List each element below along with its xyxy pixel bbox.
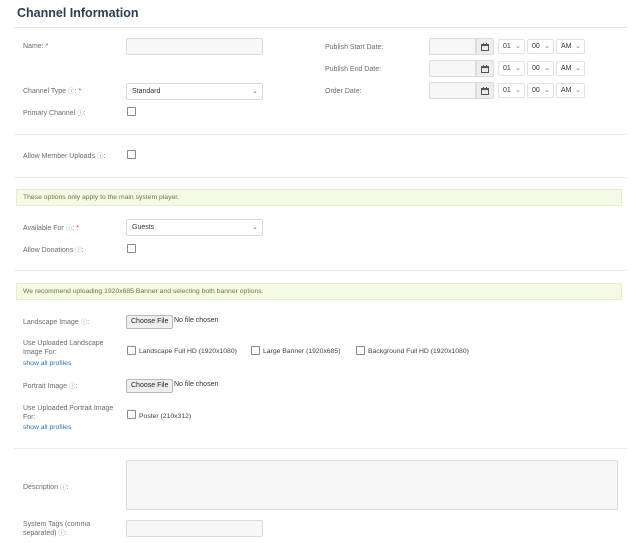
available-for-select[interactable]: Guests ⌄: [126, 219, 263, 236]
description-textarea[interactable]: [126, 460, 618, 510]
publish-end-calendar-button[interactable]: [476, 60, 494, 77]
publish-end-hour-select[interactable]: 01 ⌄: [498, 61, 525, 76]
allow-member-uploads-checkbox[interactable]: [127, 150, 136, 159]
order-date-input[interactable]: [429, 82, 476, 99]
order-date-hour-select[interactable]: 01 ⌄: [498, 83, 525, 98]
portrait-image-label: Portrait Image ⓘ:: [23, 383, 78, 390]
publish-start-hour-select[interactable]: 01 ⌄: [498, 39, 525, 54]
landscape-full-hd-checkbox[interactable]: [127, 346, 136, 355]
channel-type-select[interactable]: Standard ⌄: [126, 83, 263, 100]
chevron-down-icon: ⌄: [544, 87, 550, 94]
system-tags-label: System Tags (comma separated) ⓘ:: [23, 521, 91, 537]
landscape-choose-file-button[interactable]: Choose File: [126, 315, 174, 329]
publish-end-minute-select[interactable]: 00 ⌄: [527, 61, 554, 76]
landscape-show-all-profiles-link[interactable]: show all profiles: [23, 360, 71, 367]
chevron-down-icon: ⌄: [575, 65, 581, 72]
page-title: Channel Information: [17, 6, 139, 20]
portrait-show-all-profiles-link[interactable]: show all profiles: [23, 424, 71, 431]
large-banner-checkbox[interactable]: [251, 346, 260, 355]
primary-channel-label: Primary Channel ⓘ:: [23, 110, 86, 117]
use-landscape-label: Use Uploaded Landscape Image For:: [23, 340, 104, 356]
banner-recommendation-notice: We recommend uploading 1920x685 Banner a…: [16, 283, 622, 300]
allow-member-uploads-label: Allow Member Uploads ⓘ:: [23, 153, 106, 160]
poster-checkbox[interactable]: [127, 410, 136, 419]
chevron-down-icon: ⌄: [252, 224, 258, 231]
description-label: Description ⓘ:: [23, 484, 69, 491]
order-date-ampm-select[interactable]: AM ⌄: [556, 83, 585, 98]
chevron-down-icon: ⌄: [252, 88, 258, 95]
publish-end-ampm-select[interactable]: AM ⌄: [556, 61, 585, 76]
background-full-hd-checkbox[interactable]: [356, 346, 365, 355]
section-divider: [14, 134, 627, 135]
publish-start-calendar-button[interactable]: [476, 38, 494, 55]
chevron-down-icon: ⌄: [515, 65, 521, 72]
name-input[interactable]: [126, 38, 263, 55]
order-date-calendar-button[interactable]: [476, 82, 494, 99]
publish-start-label: Publish Start Date:: [325, 44, 384, 51]
portrait-file-status: No file chosen: [174, 381, 219, 388]
chevron-down-icon: ⌄: [575, 87, 581, 94]
section-divider: [14, 270, 627, 271]
channel-type-label: Channel Type ⓘ: *: [23, 88, 82, 95]
calendar-icon: [481, 42, 489, 51]
section-divider: [14, 177, 627, 178]
landscape-file-status: No file chosen: [174, 317, 219, 324]
order-date-label: Order Date:: [325, 88, 362, 95]
portrait-choose-file-button[interactable]: Choose File: [126, 379, 174, 393]
landscape-image-label: Landscape Image ⓘ:: [23, 319, 90, 326]
publish-start-minute-select[interactable]: 00 ⌄: [527, 39, 554, 54]
player-options-notice: These options only apply to the main sys…: [16, 189, 622, 206]
use-portrait-label: Use Uploaded Portrait Image For:: [23, 405, 114, 421]
publish-end-date-input[interactable]: [429, 60, 476, 77]
allow-donations-label: Allow Donations ⓘ:: [23, 247, 84, 254]
system-tags-input[interactable]: [126, 520, 263, 537]
primary-channel-checkbox[interactable]: [127, 107, 136, 116]
background-full-hd-option-label: Background Full HD (1920x1080): [368, 348, 469, 355]
name-label: Name: *: [23, 43, 49, 50]
landscape-full-hd-option-label: Landscape Full HD (1920x1080): [139, 348, 237, 355]
chevron-down-icon: ⌄: [544, 65, 550, 72]
publish-start-date-input[interactable]: [429, 38, 476, 55]
title-divider: [14, 27, 627, 28]
poster-option-label: Poster (210x312): [139, 413, 192, 420]
chevron-down-icon: ⌄: [515, 43, 521, 50]
order-date-minute-select[interactable]: 00 ⌄: [527, 83, 554, 98]
publish-start-ampm-select[interactable]: AM ⌄: [556, 39, 585, 54]
available-for-label: Available For ⓘ: *: [23, 225, 79, 232]
calendar-icon: [481, 86, 489, 95]
large-banner-option-label: Large Banner (1920x685): [263, 348, 341, 355]
publish-end-label: Publish End Date:: [325, 66, 382, 73]
chevron-down-icon: ⌄: [515, 87, 521, 94]
calendar-icon: [481, 64, 489, 73]
chevron-down-icon: ⌄: [544, 43, 550, 50]
allow-donations-checkbox[interactable]: [127, 244, 136, 253]
chevron-down-icon: ⌄: [575, 43, 581, 50]
section-divider: [14, 448, 627, 449]
